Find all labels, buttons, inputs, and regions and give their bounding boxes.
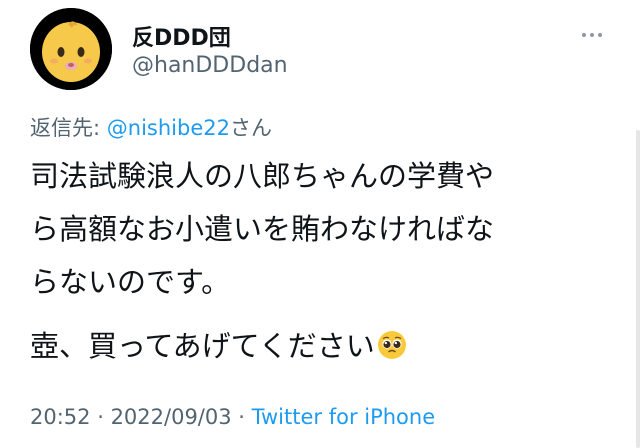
more-dot — [582, 33, 586, 37]
more-horizontal-icon[interactable] — [582, 30, 608, 40]
scrollbar[interactable] — [636, 130, 640, 448]
tweet-text: 司法試験浪人の八郎ちゃんの学費や ら高額なお小遣いを賄わなければな らないのです… — [30, 150, 610, 309]
tweet-time[interactable]: 20:52 — [30, 405, 91, 429]
tweet-line-1: 司法試験浪人の八郎ちゃんの学費や — [30, 159, 495, 193]
tweet-meta: 20:52 · 2022/09/03 · Twitter for iPhone — [30, 405, 435, 429]
display-name[interactable]: 反DDD団 — [132, 20, 231, 52]
tweet-line-3: らないのです。 — [30, 265, 231, 299]
reply-prefix: 返信先: — [30, 116, 107, 140]
more-dot — [590, 33, 594, 37]
reply-to: 返信先: @nishibe22さん — [30, 112, 272, 142]
baby-emoji-icon — [30, 8, 112, 90]
reply-mention-link[interactable]: @nishibe22 — [107, 116, 230, 140]
tweet-paragraph-2: 壺、買ってあげてください — [30, 320, 407, 377]
handle[interactable]: @hanDDDdan — [132, 53, 288, 78]
reply-suffix: さん — [229, 116, 272, 140]
pleading-face-icon — [377, 324, 407, 377]
avatar[interactable] — [30, 8, 112, 90]
tweet-source-link[interactable]: Twitter for iPhone — [252, 405, 436, 429]
meta-separator: · — [231, 405, 252, 429]
tweet-date[interactable]: 2022/09/03 — [111, 405, 232, 429]
tweet-line-2: ら高額なお小遣いを賄わなければな — [30, 212, 495, 246]
meta-separator: · — [90, 405, 111, 429]
more-dot — [598, 33, 602, 37]
tweet-paragraph-2-text: 壺、買ってあげてください — [30, 329, 375, 363]
